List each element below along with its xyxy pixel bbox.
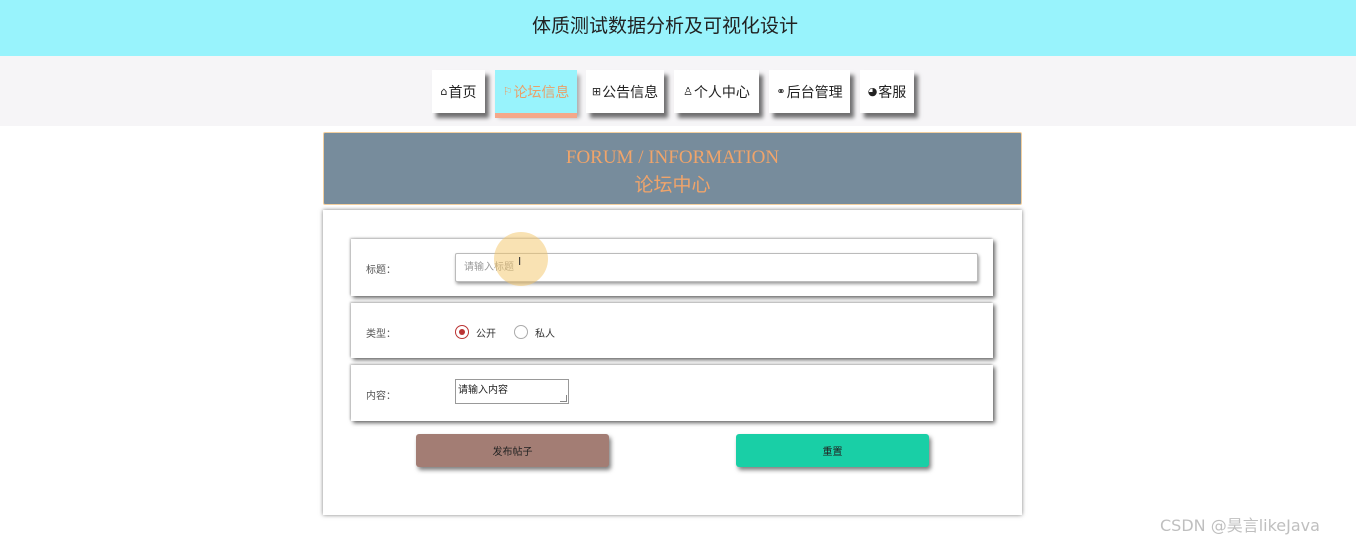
nav-item-label: 客服 [878,84,907,101]
reset-button[interactable]: 重置 [736,434,929,467]
nav-item-label: 公告信息 [602,84,659,101]
app-header: 体质测试数据分析及可视化设计 [0,0,1356,56]
flag-icon: ⚐ [502,85,513,98]
home-icon: ⌂ [440,85,448,98]
nav-bar: ⌂ 首页 ⚐ 论坛信息 ⊞ 公告信息 ♙ 个人中心 ⚭ 后台管理 ◕ 客服 [0,56,1356,126]
title-label: 标题： [366,265,396,276]
nav-item-admin[interactable]: ⚭ 后台管理 [769,70,850,113]
title-input[interactable]: 请输入标题 [455,253,978,282]
nav-item-notice[interactable]: ⊞ 公告信息 [586,70,664,113]
link-icon: ⚭ [776,85,786,98]
post-form: 标题： 请输入标题 I 类型： 公开 私人 内容： 请输入内容 发布帖子 重置 [323,210,1022,515]
user-icon: ♙ [683,85,693,98]
banner-title-cn: 论坛中心 [634,175,711,196]
banner-title-en: FORUM / INFORMATION [565,147,780,168]
submit-post-button[interactable]: 发布帖子 [416,434,609,467]
radio-private-label: 私人 [535,329,555,340]
nav-item-label: 首页 [448,84,477,101]
type-label: 类型： [366,329,396,340]
nav-item-service[interactable]: ◕ 客服 [860,70,914,113]
title-row: 标题： 请输入标题 I [351,232,993,296]
type-row: 类型： 公开 私人 [351,303,993,358]
app-title: 体质测试数据分析及可视化设计 [531,15,798,37]
radio-public[interactable] [455,325,469,339]
content-label: 内容： [366,391,396,402]
nav-item-home[interactable]: ⌂ 首页 [432,70,485,113]
nav-item-label: 后台管理 [786,84,843,101]
notice-icon: ⊞ [591,85,602,98]
watermark: CSDN @昊言likeJava [1160,516,1320,535]
content-row: 内容： 请输入内容 [351,365,993,421]
resize-grip-icon[interactable] [560,395,567,402]
nav-item-profile[interactable]: ♙ 个人中心 [674,70,759,113]
section-banner: FORUM / INFORMATION 论坛中心 [323,132,1022,205]
radio-public-label: 公开 [476,329,496,340]
nav-item-label: 个人中心 [693,84,750,101]
nav-item-forum[interactable]: ⚐ 论坛信息 [495,70,577,113]
radio-private[interactable] [514,325,528,339]
service-icon: ◕ [867,85,878,98]
nav-item-label: 论坛信息 [513,84,570,101]
content-textarea-value: 请输入内容 [458,385,508,396]
content-textarea[interactable]: 请输入内容 [455,379,569,404]
